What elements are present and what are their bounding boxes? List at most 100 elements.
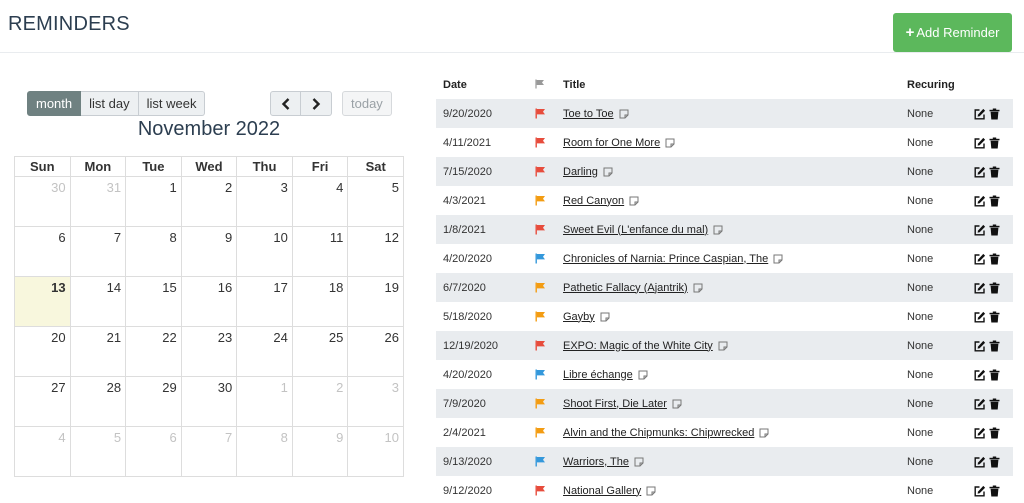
reminder-title-link[interactable]: Warriors, The [563, 456, 629, 468]
calendar-day[interactable]: 7 [180, 426, 238, 477]
trash-icon[interactable] [989, 311, 1000, 323]
calendar-day[interactable]: 9 [180, 226, 238, 277]
trash-icon[interactable] [989, 195, 1000, 207]
reminder-title-link[interactable]: Gayby [563, 311, 595, 323]
calendar-day[interactable]: 4 [291, 176, 349, 227]
calendar-day[interactable]: 6 [14, 226, 71, 277]
reminder-row[interactable]: 7/15/2020 Darling None [436, 157, 1013, 186]
calendar-day[interactable]: 9 [291, 426, 349, 477]
reminder-row[interactable]: 4/3/2021 Red Canyon None [436, 186, 1013, 215]
note-icon[interactable] [619, 109, 629, 119]
note-icon[interactable] [629, 196, 639, 206]
reminder-title-link[interactable]: Red Canyon [563, 195, 624, 207]
edit-icon[interactable] [974, 398, 986, 410]
reminder-row[interactable]: 4/11/2021 Room for One More None [436, 128, 1013, 157]
trash-icon[interactable] [989, 485, 1000, 497]
calendar-day[interactable]: 29 [125, 376, 182, 427]
reminder-row[interactable]: 4/20/2020 Chronicles of Narnia: Prince Ca… [436, 244, 1013, 273]
note-icon[interactable] [718, 341, 728, 351]
view-list-day-button[interactable]: list day [81, 91, 139, 116]
reminder-row[interactable]: 9/13/2020 Warriors, The None [436, 447, 1013, 476]
reminder-title-link[interactable]: Toe to Toe [563, 108, 614, 120]
today-button[interactable]: today [342, 91, 392, 116]
calendar-day[interactable]: 18 [291, 276, 349, 327]
edit-icon[interactable] [974, 427, 986, 439]
calendar-day[interactable]: 21 [69, 326, 127, 377]
trash-icon[interactable] [989, 282, 1000, 294]
view-month-button[interactable]: month [27, 91, 82, 116]
note-icon[interactable] [646, 486, 656, 496]
reminder-row[interactable]: 7/9/2020 Shoot First, Die Later None [436, 389, 1013, 418]
trash-icon[interactable] [989, 108, 1000, 120]
trash-icon[interactable] [989, 166, 1000, 178]
calendar-day[interactable]: 3 [347, 376, 404, 427]
note-icon[interactable] [713, 225, 723, 235]
prev-month-button[interactable] [270, 91, 301, 116]
note-icon[interactable] [603, 167, 613, 177]
reminder-row[interactable]: 2/4/2021 Alvin and the Chipmunks: Chipwre… [436, 418, 1013, 447]
reminder-title-link[interactable]: Shoot First, Die Later [563, 398, 667, 410]
column-header-flag[interactable] [528, 71, 556, 99]
trash-icon[interactable] [989, 369, 1000, 381]
edit-icon[interactable] [974, 369, 986, 381]
edit-icon[interactable] [974, 340, 986, 352]
view-list-week-button[interactable]: list week [138, 91, 206, 116]
reminder-row[interactable]: 6/7/2020 Pathetic Fallacy (Ajantrik) None [436, 273, 1013, 302]
calendar-day[interactable]: 12 [347, 226, 404, 277]
edit-icon[interactable] [974, 456, 986, 468]
edit-icon[interactable] [974, 224, 986, 236]
reminder-title-link[interactable]: Sweet Evil (L'enfance du mal) [563, 224, 708, 236]
edit-icon[interactable] [974, 311, 986, 323]
column-header-date[interactable]: Date [436, 71, 528, 99]
edit-icon[interactable] [974, 282, 986, 294]
trash-icon[interactable] [989, 340, 1000, 352]
calendar-day[interactable]: 26 [347, 326, 404, 377]
calendar-day[interactable]: 24 [236, 326, 293, 377]
reminder-title-link[interactable]: Libre échange [563, 369, 633, 381]
calendar-day[interactable]: 17 [236, 276, 293, 327]
calendar-day[interactable]: 11 [291, 226, 349, 277]
edit-icon[interactable] [974, 137, 986, 149]
trash-icon[interactable] [989, 398, 1000, 410]
calendar-day[interactable]: 31 [69, 176, 127, 227]
column-header-recurring[interactable]: Recuring [900, 71, 967, 99]
reminder-row[interactable]: 12/19/2020 EXPO: Magic of the White City N… [436, 331, 1013, 360]
calendar-day[interactable]: 25 [291, 326, 349, 377]
column-header-title[interactable]: Title [556, 71, 900, 99]
calendar-day[interactable]: 8 [236, 426, 293, 477]
calendar-day[interactable]: 2 [291, 376, 349, 427]
reminder-title-link[interactable]: Room for One More [563, 137, 660, 149]
calendar-day[interactable]: 22 [125, 326, 182, 377]
reminder-title-link[interactable]: National Gallery [563, 485, 641, 497]
reminder-title-link[interactable]: Chronicles of Narnia: Prince Caspian, Th… [563, 253, 768, 265]
calendar-day[interactable]: 27 [14, 376, 71, 427]
note-icon[interactable] [672, 399, 682, 409]
calendar-day[interactable]: 19 [347, 276, 404, 327]
calendar-day[interactable]: 20 [14, 326, 71, 377]
calendar-day-today[interactable]: 13 [14, 276, 71, 327]
reminder-title-link[interactable]: EXPO: Magic of the White City [563, 340, 713, 352]
note-icon[interactable] [600, 312, 610, 322]
note-icon[interactable] [693, 283, 703, 293]
calendar-day[interactable]: 5 [347, 176, 404, 227]
calendar-day[interactable]: 10 [347, 426, 404, 477]
reminder-title-link[interactable]: Pathetic Fallacy (Ajantrik) [563, 282, 688, 294]
calendar-day[interactable]: 2 [180, 176, 238, 227]
calendar-day[interactable]: 6 [125, 426, 182, 477]
calendar-day[interactable]: 8 [125, 226, 182, 277]
edit-icon[interactable] [974, 253, 986, 265]
calendar-day[interactable]: 4 [14, 426, 71, 477]
trash-icon[interactable] [989, 456, 1000, 468]
calendar-day[interactable]: 3 [236, 176, 293, 227]
edit-icon[interactable] [974, 485, 986, 497]
reminder-title-link[interactable]: Alvin and the Chipmunks: Chipwrecked [563, 427, 754, 439]
reminder-row[interactable]: 4/20/2020 Libre échange None [436, 360, 1013, 389]
calendar-day[interactable]: 14 [69, 276, 127, 327]
note-icon[interactable] [759, 428, 769, 438]
next-month-button[interactable] [301, 91, 332, 116]
calendar-day[interactable]: 23 [180, 326, 238, 377]
note-icon[interactable] [773, 254, 783, 264]
calendar-day[interactable]: 15 [125, 276, 182, 327]
reminder-row[interactable]: 1/8/2021 Sweet Evil (L'enfance du mal) Non… [436, 215, 1013, 244]
note-icon[interactable] [638, 370, 648, 380]
